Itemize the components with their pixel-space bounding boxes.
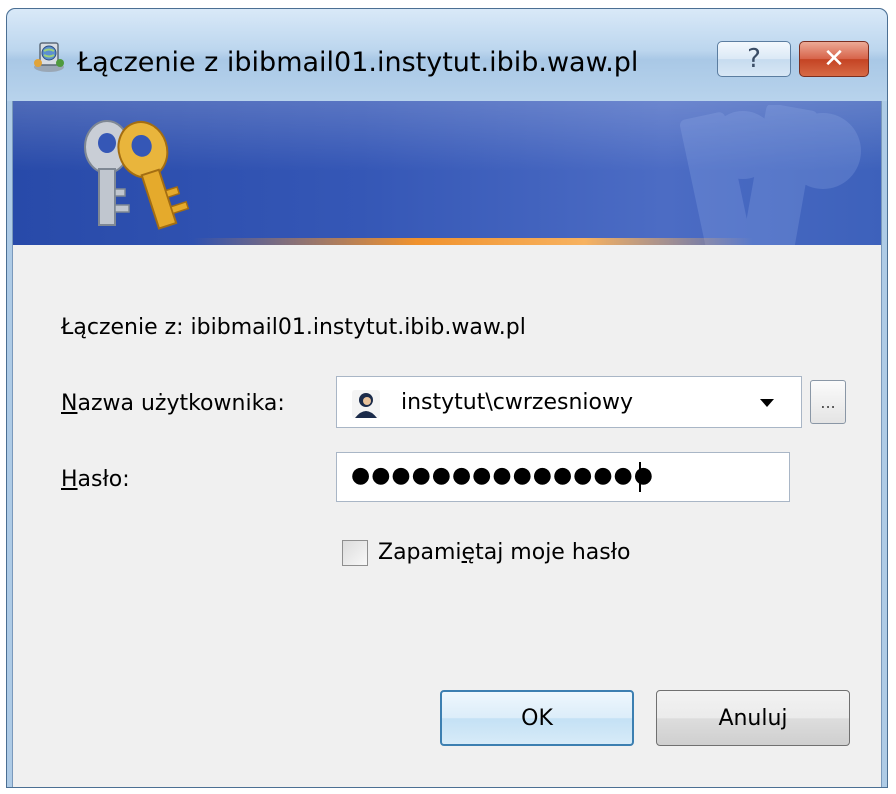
- close-button[interactable]: ✕: [799, 41, 869, 77]
- banner-accent-stripe: [193, 238, 753, 245]
- close-icon: ✕: [823, 44, 845, 74]
- keys-watermark-icon: [679, 105, 861, 245]
- connecting-to-text: Łączenie z: ibibmail01.instytut.ibib.waw…: [61, 315, 526, 340]
- username-label: Nazwa użytkownika:: [61, 391, 285, 416]
- password-field[interactable]: ●●●●●●●●●●●●●●●: [336, 452, 790, 502]
- browse-users-button[interactable]: ...: [810, 380, 846, 424]
- remember-label-post: taj moje hasło: [475, 540, 631, 565]
- network-globe-icon: [34, 42, 64, 72]
- dialog-client-area: Łączenie z: ibibmail01.instytut.ibib.waw…: [12, 101, 882, 787]
- cancel-button[interactable]: Anuluj: [656, 690, 850, 746]
- password-masked-value: ●●●●●●●●●●●●●●●: [351, 463, 654, 488]
- password-label-text: asło:: [77, 467, 130, 492]
- user-icon: [352, 390, 380, 418]
- username-value[interactable]: instytut\cwrzesniowy: [401, 390, 633, 415]
- help-icon: ?: [747, 44, 761, 74]
- password-label-accelerator: H: [61, 467, 78, 492]
- remember-label-pre: Zapami: [378, 540, 462, 565]
- remember-password-checkbox[interactable]: [342, 540, 368, 566]
- header-banner: [13, 101, 881, 245]
- username-combobox[interactable]: instytut\cwrzesniowy: [336, 376, 802, 428]
- help-button[interactable]: ?: [717, 41, 791, 77]
- title-bar[interactable]: Łączenie z ibibmail01.instytut.ibib.waw.…: [7, 9, 887, 101]
- ok-button[interactable]: OK: [440, 690, 634, 746]
- keys-icon: [84, 120, 190, 230]
- password-label: Hasło:: [61, 467, 130, 492]
- window-title: Łączenie z ibibmail01.instytut.ibib.waw.…: [77, 47, 639, 78]
- username-label-accelerator: N: [61, 391, 78, 416]
- username-label-text: azwa użytkownika:: [77, 391, 285, 416]
- chevron-down-icon[interactable]: [757, 391, 777, 415]
- remember-label-accelerator: ę: [461, 540, 476, 565]
- remember-password-label[interactable]: Zapamiętaj moje hasło: [378, 540, 630, 565]
- text-caret: [639, 462, 641, 492]
